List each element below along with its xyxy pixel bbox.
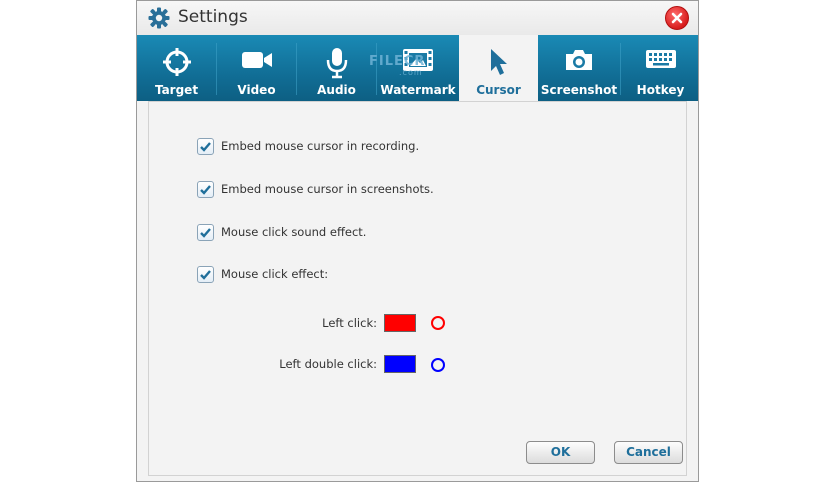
checkmark-icon [200,228,211,238]
gear-icon [148,7,170,29]
video-camera-icon [241,47,273,77]
close-button[interactable] [665,6,689,30]
settings-window: Settings Target Video Audio Watermark Cu… [136,0,699,482]
microphone-icon [325,47,349,83]
tab-screenshot[interactable]: Screenshot [538,35,620,101]
tab-label: Target [154,83,199,97]
left-double-click-effect-preview[interactable] [431,358,445,372]
tab-bar: Target Video Audio Watermark Cursor Scre… [137,35,698,101]
watermark-suffix: .com [399,68,423,77]
tab-label: Video [237,83,276,97]
checkmark-icon [200,270,211,280]
tab-label: Hotkey [636,83,685,97]
embed-screenshots-checkbox[interactable] [197,181,214,198]
tab-label: Cursor [476,83,521,97]
option-label: Mouse click sound effect. [221,225,367,239]
tab-label: Watermark [380,83,456,97]
checkmark-icon [200,185,211,195]
option-label: Embed mouse cursor in recording. [221,139,420,153]
cursor-settings-panel: Embed mouse cursor in recording. Embed m… [148,101,687,476]
watermark-overlay: FILECR .com [369,54,426,77]
tab-label: Screenshot [540,83,618,97]
cursor-arrow-icon [487,47,511,81]
embed-recording-checkbox[interactable] [197,138,214,155]
left-click-label: Left click: [322,316,377,330]
close-icon [671,12,683,24]
tab-audio[interactable]: Audio [297,35,376,101]
left-click-color-swatch[interactable] [384,314,416,332]
option-label: Mouse click effect: [221,267,329,281]
watermark-text: FILECR [369,54,426,69]
title-bar: Settings [137,1,698,35]
left-double-click-label: Left double click: [279,357,377,371]
keyboard-icon [645,47,677,75]
tab-cursor[interactable]: Cursor [459,35,538,101]
cancel-button[interactable]: Cancel [614,441,683,464]
option-label: Embed mouse cursor in screenshots. [221,182,434,196]
left-click-effect-preview[interactable] [431,316,445,330]
ok-button[interactable]: OK [526,441,595,464]
window-title: Settings [178,7,248,27]
left-double-click-color-swatch[interactable] [384,355,416,373]
click-effect-checkbox[interactable] [197,266,214,283]
target-icon [162,47,192,81]
tab-hotkey[interactable]: Hotkey [621,35,700,101]
tab-video[interactable]: Video [217,35,296,101]
camera-icon [564,47,594,77]
click-sound-checkbox[interactable] [197,224,214,241]
tab-label: Audio [317,83,356,97]
tab-target[interactable]: Target [137,35,216,101]
checkmark-icon [200,142,211,152]
